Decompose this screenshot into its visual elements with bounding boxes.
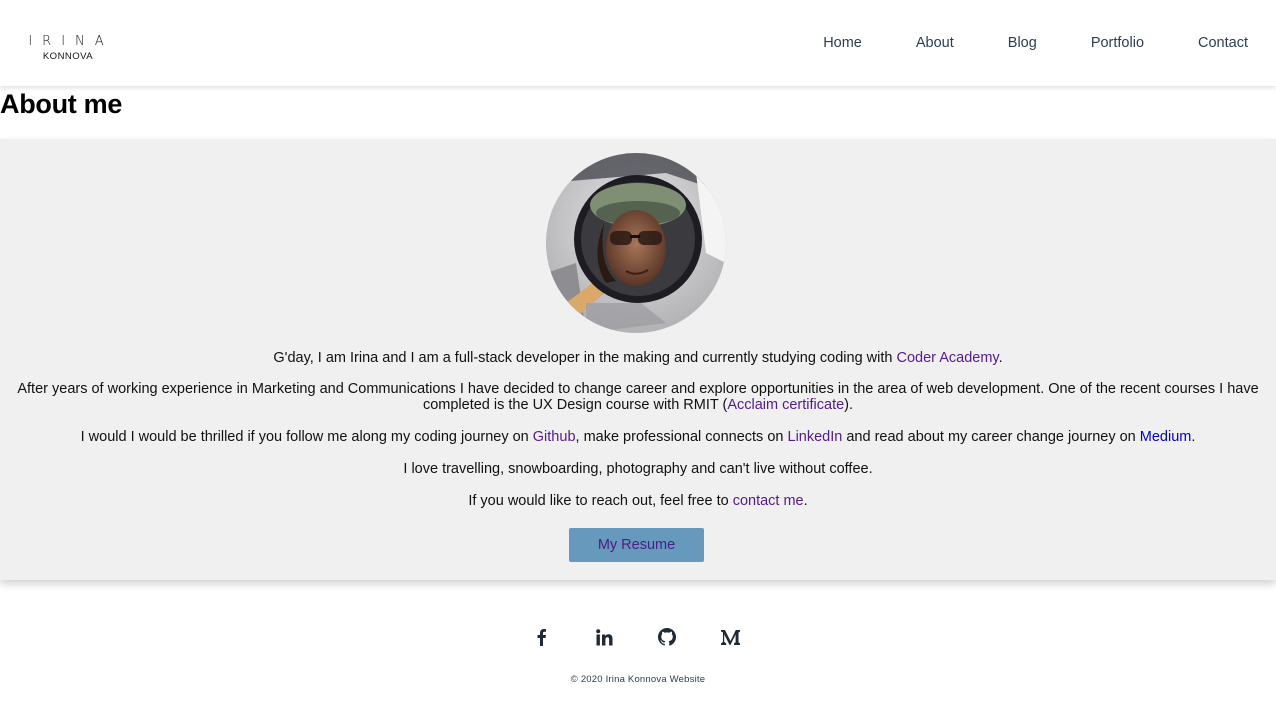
hobbies-paragraph: I love travelling, snowboarding, photogr… [403, 461, 873, 477]
intro-end: . [998, 350, 1003, 366]
career-end: ). [844, 397, 854, 413]
facebook-icon[interactable] [528, 624, 554, 650]
resume-button[interactable]: My Resume [569, 528, 704, 562]
linkedin-icon[interactable] [591, 624, 617, 650]
follow-text-c: and read about my career change journey … [842, 429, 1140, 445]
contact-end: . [803, 493, 808, 509]
acclaim-certificate-link[interactable]: Acclaim certificate [727, 397, 844, 413]
coder-academy-link[interactable]: Coder Academy [896, 350, 998, 366]
site-logo[interactable]: IRINA KONNOVA [22, 34, 114, 63]
follow-paragraph: I would I would be thrilled if you follo… [8, 429, 1268, 445]
contact-me-link[interactable]: contact me [733, 493, 804, 509]
career-text: After years of working experience in Mar… [17, 381, 1259, 413]
main-nav: Home About Blog Portfolio Contact [796, 0, 1276, 86]
follow-text-a: I would I would be thrilled if you follo… [80, 429, 533, 445]
intro-text: G'day, I am Irina and I am a full-stack … [273, 350, 897, 366]
nav-about[interactable]: About [889, 0, 981, 86]
social-links [0, 624, 1276, 650]
follow-text-b: , make professional connects on [575, 429, 788, 445]
nav-portfolio[interactable]: Portfolio [1064, 0, 1171, 86]
medium-icon[interactable] [717, 624, 743, 650]
about-card: G'day, I am Irina and I am a full-stack … [0, 139, 1276, 580]
follow-end: . [1191, 429, 1196, 445]
career-paragraph: After years of working experience in Mar… [8, 381, 1268, 413]
nav-contact[interactable]: Contact [1171, 0, 1276, 86]
logo-first-name: IRINA [28, 34, 114, 49]
nav-blog[interactable]: Blog [981, 0, 1064, 86]
github-link[interactable]: Github [533, 429, 576, 445]
profile-photo [546, 153, 726, 333]
copyright-text: © 2020 Irina Konnova Website [570, 674, 706, 685]
linkedin-link[interactable]: LinkedIn [788, 429, 843, 445]
contact-text: If you would like to reach out, feel fre… [468, 493, 733, 509]
intro-paragraph: G'day, I am Irina and I am a full-stack … [8, 350, 1268, 366]
medium-link[interactable]: Medium [1140, 429, 1192, 445]
page-title: About me [0, 89, 123, 119]
github-icon[interactable] [654, 624, 680, 650]
contact-paragraph: If you would like to reach out, feel fre… [8, 493, 1268, 509]
logo-last-name: KONNOVA [42, 51, 94, 62]
site-header: IRINA KONNOVA Home About Blog Portfolio … [0, 0, 1276, 86]
nav-home[interactable]: Home [796, 0, 889, 86]
